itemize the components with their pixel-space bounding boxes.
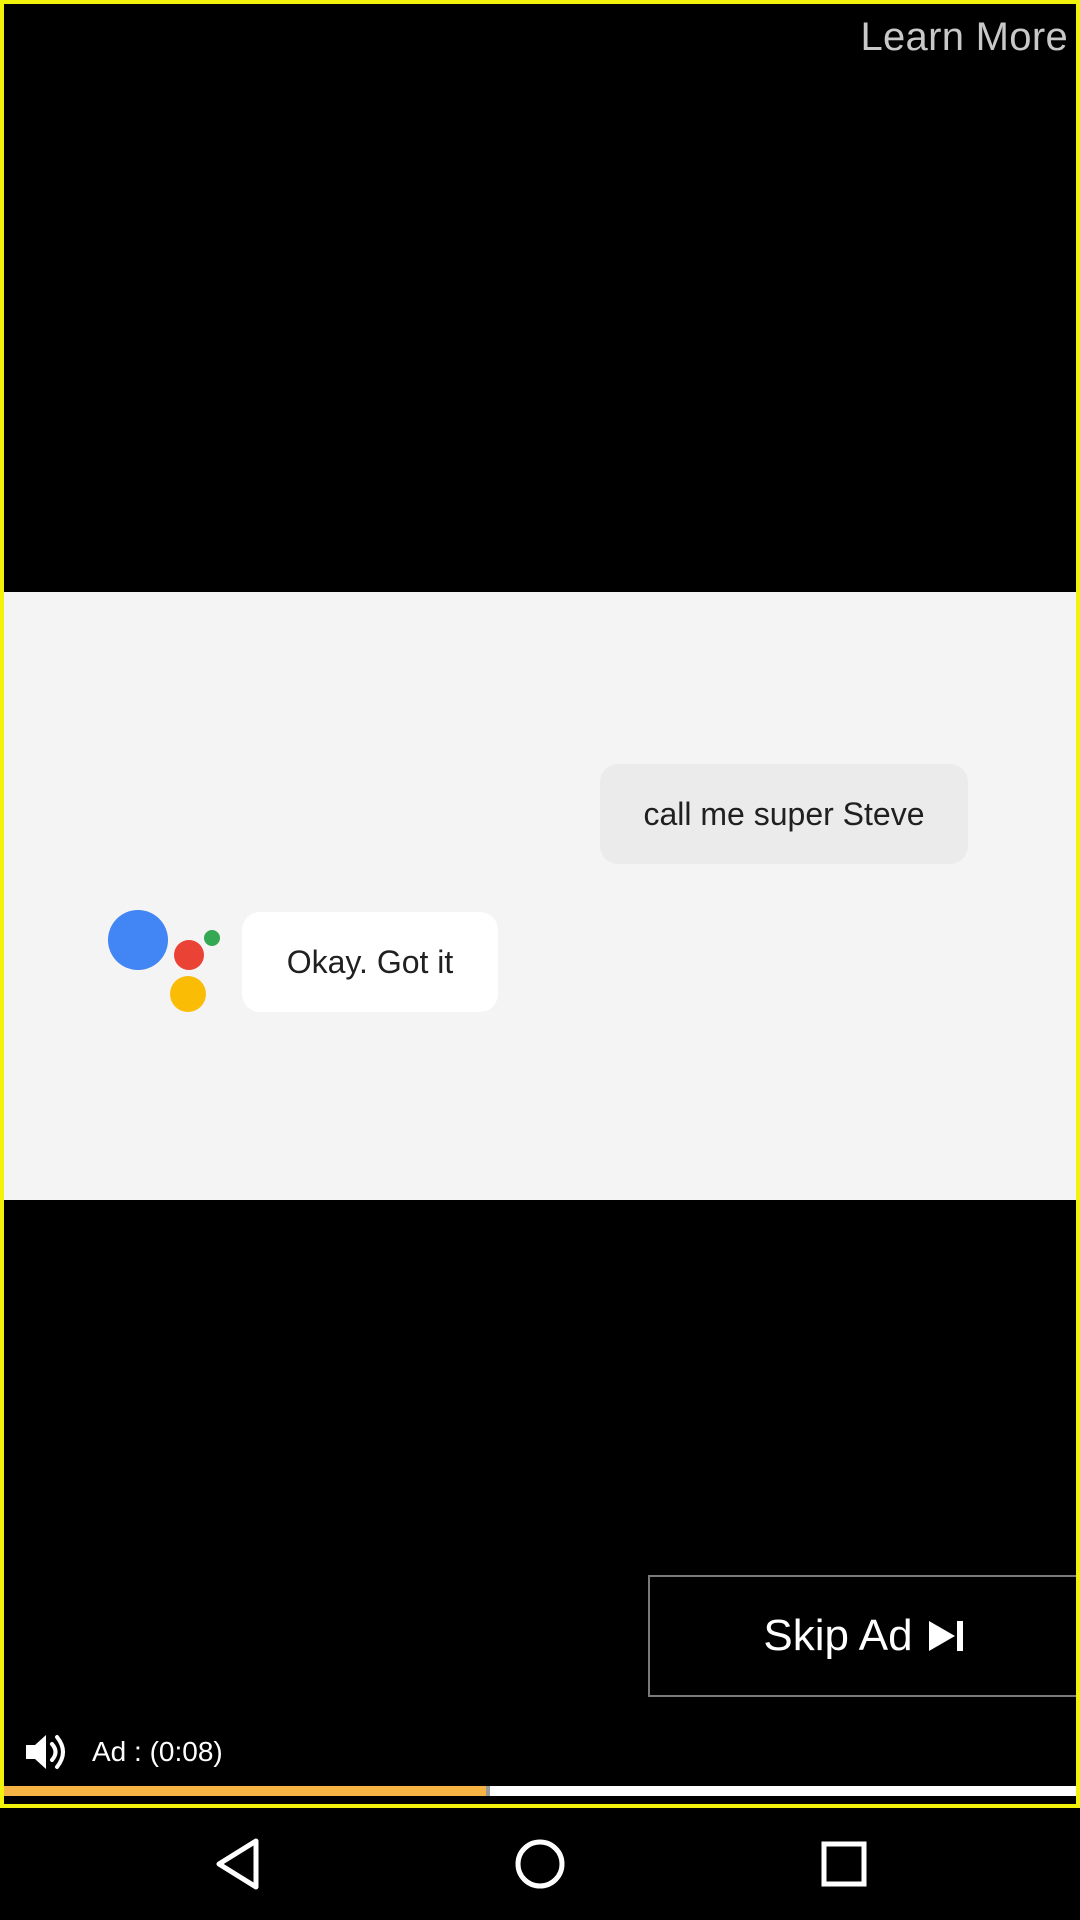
video-frame: call me super Steve Okay. Got it — [0, 592, 1080, 1200]
skip-ad-button[interactable]: Skip Ad — [648, 1575, 1080, 1697]
google-assistant-logo-icon — [108, 910, 220, 1014]
logo-green-dot — [204, 930, 220, 946]
ad-progress-fill — [4, 1786, 487, 1796]
ad-timer-text: Ad : (0:08) — [92, 1736, 223, 1767]
logo-yellow-dot — [170, 976, 206, 1012]
user-message-bubble: call me super Steve — [600, 764, 968, 864]
ad-progress-marker — [486, 1786, 491, 1796]
recents-square-icon[interactable] — [810, 1830, 878, 1898]
user-message-text: call me super Steve — [643, 795, 925, 832]
skip-next-icon — [927, 1619, 967, 1653]
android-navigation-bar — [0, 1808, 1080, 1920]
learn-more-link[interactable]: Learn More — [860, 12, 1068, 62]
assistant-message-bubble: Okay. Got it — [242, 912, 498, 1012]
assistant-message-text: Okay. Got it — [286, 943, 454, 980]
ad-video-player[interactable]: Learn More call me super Steve Okay. Got… — [0, 0, 1080, 1808]
logo-blue-dot — [108, 910, 168, 970]
skip-ad-label: Skip Ad — [763, 1611, 913, 1660]
ad-progress-bar[interactable] — [4, 1786, 1076, 1796]
home-circle-icon[interactable] — [506, 1830, 574, 1898]
back-triangle-icon[interactable] — [204, 1830, 272, 1898]
volume-icon[interactable] — [22, 1728, 70, 1776]
screen: Learn More call me super Steve Okay. Got… — [0, 0, 1080, 1920]
logo-red-dot — [174, 940, 204, 970]
